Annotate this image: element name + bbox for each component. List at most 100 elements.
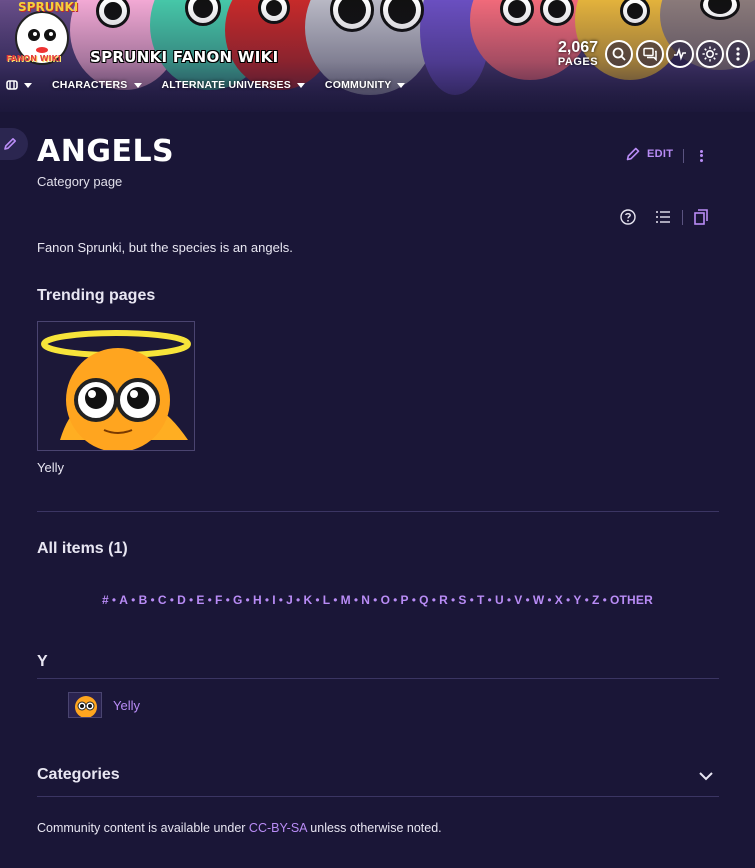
alphabet-link[interactable]: H bbox=[253, 593, 262, 607]
nav-alternate-universes-label: ALTERNATE UNIVERSES bbox=[161, 79, 291, 91]
category-description: Fanon Sprunki, but the species is an ang… bbox=[37, 240, 293, 255]
search-icon bbox=[612, 47, 626, 61]
chevron-down-icon[interactable] bbox=[698, 770, 714, 782]
pages-count: 2,067 bbox=[557, 39, 599, 56]
item-thumbnail[interactable] bbox=[68, 692, 102, 718]
alphabet-link[interactable]: T bbox=[477, 593, 485, 607]
alphabet-separator: • bbox=[278, 593, 284, 607]
more-icon bbox=[736, 47, 740, 61]
page-title: ANGELS bbox=[37, 134, 175, 169]
alphabet-link[interactable]: X bbox=[555, 593, 563, 607]
alphabet-separator: • bbox=[131, 593, 136, 607]
recent-activity-button[interactable] bbox=[666, 40, 694, 68]
alphabet-link[interactable]: A bbox=[119, 593, 128, 607]
more-button[interactable] bbox=[726, 40, 750, 68]
alphabet-separator: • bbox=[450, 593, 456, 607]
alphabet-separator: • bbox=[111, 593, 117, 607]
license-link[interactable]: CC-BY-SA bbox=[249, 821, 307, 835]
alphabet-link[interactable]: W bbox=[533, 593, 545, 607]
alphabet-separator: • bbox=[469, 593, 474, 607]
alphabet-separator: • bbox=[373, 593, 378, 607]
alphabet-separator: • bbox=[353, 593, 359, 607]
alphabet-link[interactable]: O bbox=[381, 593, 391, 607]
theme-toggle-button[interactable] bbox=[696, 40, 724, 68]
nav-alternate-universes[interactable]: ALTERNATE UNIVERSES bbox=[162, 79, 305, 91]
explore-menu[interactable] bbox=[6, 80, 32, 90]
edit-button[interactable]: EDIT bbox=[625, 146, 673, 162]
nav-characters[interactable]: CHARACTERS bbox=[52, 79, 142, 91]
theme-toggle-icon bbox=[702, 46, 718, 62]
alphabet-link[interactable]: U bbox=[495, 593, 504, 607]
alphabet-link[interactable]: R bbox=[439, 593, 448, 607]
chevron-down-icon bbox=[296, 82, 305, 88]
alphabet-separator: • bbox=[431, 593, 437, 607]
alphabet-link[interactable]: P bbox=[401, 593, 409, 607]
logo-text-bottom: FANON WIKI bbox=[6, 54, 61, 63]
alphabet-separator: • bbox=[245, 593, 250, 607]
search-button[interactable] bbox=[605, 40, 633, 68]
chevron-down-icon bbox=[133, 82, 142, 88]
alphabet-separator: • bbox=[264, 593, 270, 607]
alphabet-link[interactable]: M bbox=[341, 593, 351, 607]
discussions-button[interactable] bbox=[636, 40, 664, 68]
alphabet-separator: • bbox=[566, 593, 571, 607]
toc-icon[interactable] bbox=[654, 208, 672, 226]
categories-heading[interactable]: Categories bbox=[37, 766, 120, 784]
alphabet-separator: • bbox=[547, 593, 552, 607]
alphabet-separator: • bbox=[602, 593, 607, 607]
license-prefix: Community content is available under bbox=[37, 821, 249, 835]
alphabet-separator: • bbox=[207, 593, 213, 607]
alphabet-separator: • bbox=[296, 593, 301, 607]
chevron-down-icon bbox=[24, 82, 32, 88]
license-suffix: unless otherwise noted. bbox=[306, 821, 442, 835]
alphabet-link[interactable]: Q bbox=[419, 593, 429, 607]
page-actions-more[interactable] bbox=[695, 148, 707, 164]
category-item-link[interactable]: Yelly bbox=[113, 698, 140, 713]
wiki-navigation: CHARACTERS ALTERNATE UNIVERSES COMMUNITY bbox=[0, 76, 425, 94]
logo-text-top: SPRUNKI bbox=[18, 0, 79, 14]
nav-community-label: COMMUNITY bbox=[324, 79, 392, 91]
activity-icon bbox=[674, 47, 686, 61]
alphabet-link[interactable]: K bbox=[303, 593, 312, 607]
alphabet-link[interactable]: # bbox=[102, 593, 109, 607]
all-items-heading: All items (1) bbox=[37, 540, 128, 557]
alphabet-separator: • bbox=[411, 593, 417, 607]
alphabet-link[interactable]: G bbox=[233, 593, 243, 607]
yelly-thumbnail bbox=[38, 322, 194, 450]
alphabet-link[interactable]: N bbox=[361, 593, 370, 607]
alphabet-separator: • bbox=[393, 593, 398, 607]
alphabet-separator: • bbox=[150, 593, 155, 607]
alphabet-link[interactable]: Y bbox=[573, 593, 581, 607]
chevron-down-icon bbox=[397, 82, 406, 88]
alphabet-separator: • bbox=[315, 593, 320, 607]
wiki-name[interactable]: SPRUNKI FANON WIKI bbox=[90, 48, 278, 66]
alphabet-separator: • bbox=[189, 593, 194, 607]
alphabet-separator: • bbox=[584, 593, 590, 607]
trending-card-yelly[interactable] bbox=[37, 321, 195, 451]
discussions-icon bbox=[643, 47, 657, 61]
divider bbox=[683, 149, 684, 163]
page-content bbox=[6, 112, 749, 868]
alphabet-link[interactable]: E bbox=[196, 593, 204, 607]
nav-community[interactable]: COMMUNITY bbox=[325, 79, 406, 91]
alphabet-link[interactable]: Z bbox=[592, 593, 600, 607]
page-subtitle: Category page bbox=[37, 174, 123, 189]
trending-heading: Trending pages bbox=[37, 287, 156, 304]
pages-counter[interactable]: 2,067 PAGES bbox=[556, 39, 600, 69]
divider bbox=[37, 796, 719, 797]
copy-icon[interactable] bbox=[692, 208, 710, 226]
alphabet-link[interactable]: S bbox=[458, 593, 466, 607]
alphabet-link[interactable]: C bbox=[158, 593, 167, 607]
alphabet-link[interactable]: D bbox=[177, 593, 186, 607]
alphabet-link[interactable]: OTHER bbox=[610, 593, 653, 607]
yelly-thumbnail bbox=[69, 693, 101, 717]
alphabet-link[interactable]: F bbox=[215, 593, 223, 607]
alphabet-separator: • bbox=[525, 593, 530, 607]
help-icon[interactable] bbox=[619, 208, 637, 226]
letter-group-heading: Y bbox=[37, 653, 48, 670]
trending-item-label[interactable]: Yelly bbox=[37, 460, 64, 475]
fandom-icon bbox=[6, 80, 18, 90]
alphabet-separator: • bbox=[506, 593, 512, 607]
alphabet-separator: • bbox=[225, 593, 230, 607]
nav-characters-label: CHARACTERS bbox=[52, 79, 128, 91]
